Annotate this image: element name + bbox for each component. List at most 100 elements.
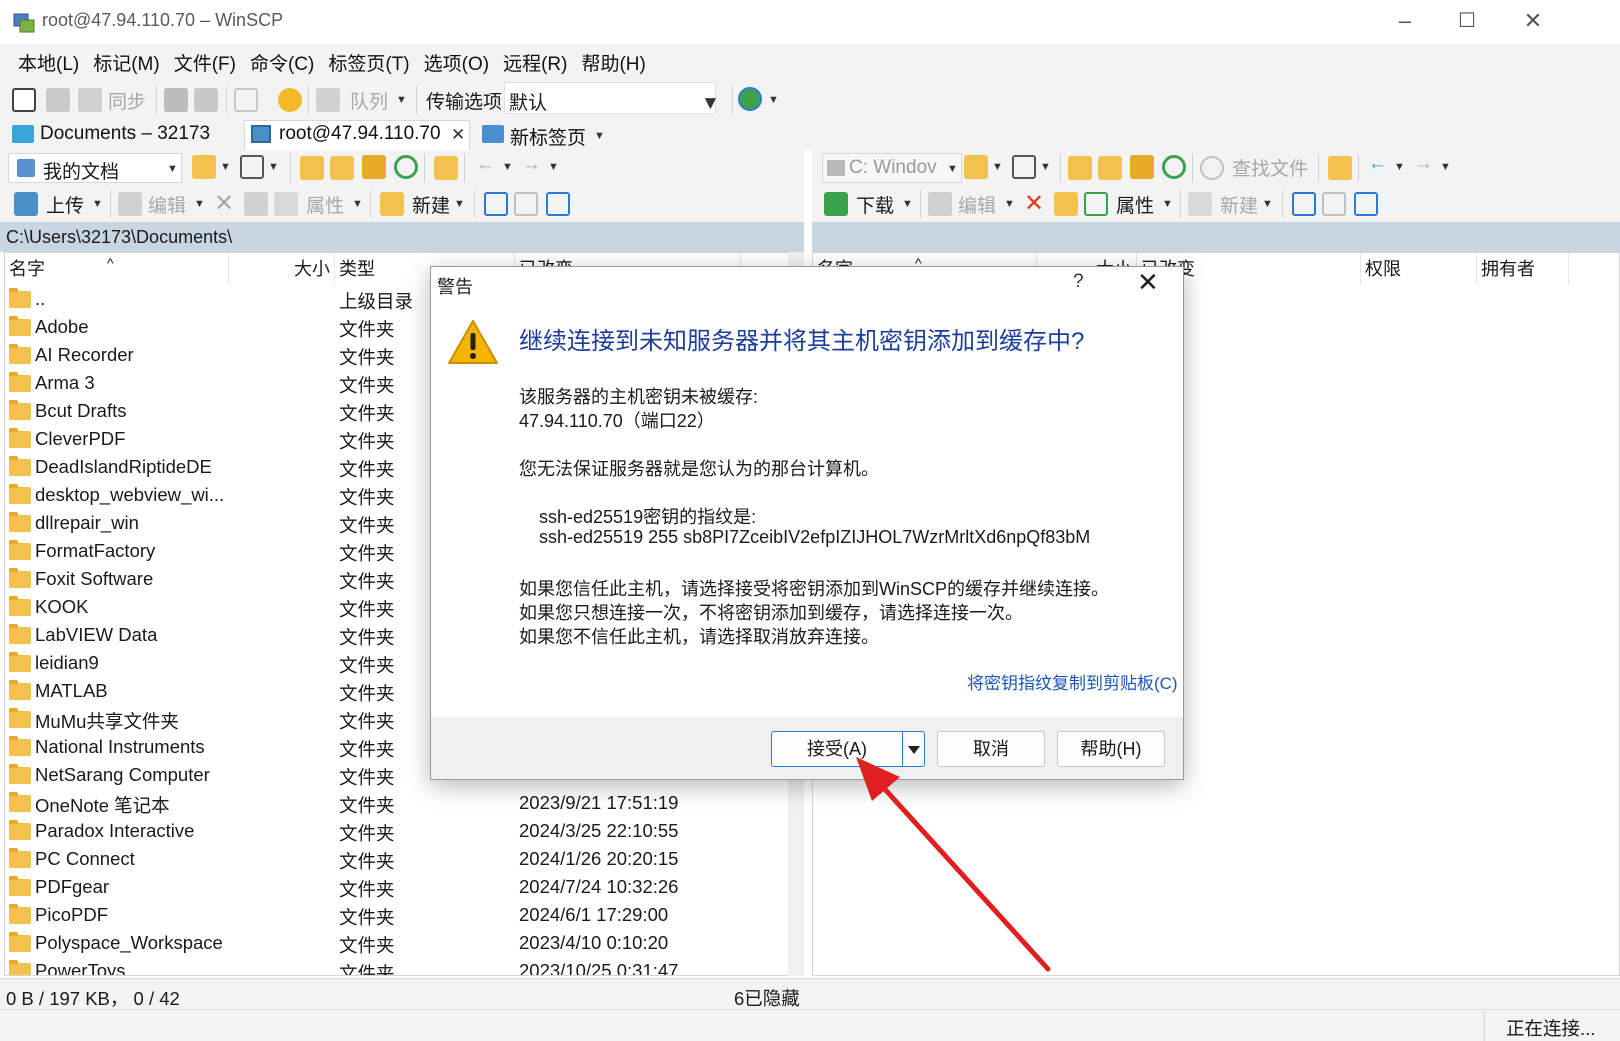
root-directory-icon[interactable] bbox=[1098, 156, 1122, 180]
queue-dropdown-icon[interactable]: ▼ bbox=[396, 94, 407, 106]
open-folder-icon[interactable] bbox=[964, 155, 988, 179]
find-files-label[interactable]: 查找文件 bbox=[1232, 154, 1308, 181]
chevron-down-icon[interactable]: ▼ bbox=[902, 198, 913, 210]
tree-icon[interactable] bbox=[434, 156, 458, 180]
maximize-button[interactable]: ☐ bbox=[1442, 6, 1492, 38]
filter-icon[interactable] bbox=[1012, 155, 1036, 179]
menu-file[interactable]: 文件(F) bbox=[174, 49, 236, 76]
menu-remote[interactable]: 远程(R) bbox=[503, 49, 567, 76]
chevron-down-icon[interactable]: ▼ bbox=[594, 130, 605, 142]
preferences-gear-icon[interactable] bbox=[278, 88, 302, 112]
edit-label[interactable]: 编辑 bbox=[958, 191, 996, 218]
delete-icon[interactable]: ✕ bbox=[1024, 189, 1044, 218]
home-icon[interactable] bbox=[1130, 155, 1154, 179]
rename-icon[interactable] bbox=[1054, 192, 1078, 216]
copy-fingerprint-link[interactable]: 将密钥指纹复制到剪贴板(C) bbox=[967, 669, 1178, 694]
queue-label[interactable]: 队列 bbox=[350, 87, 388, 114]
chevron-down-icon[interactable]: ▼ bbox=[1162, 198, 1173, 210]
filter-select-icon[interactable] bbox=[1354, 192, 1378, 216]
synchronize-browsing-icon[interactable] bbox=[46, 88, 70, 112]
tab-new[interactable]: 新标签页 ▼ bbox=[476, 120, 616, 150]
new-folder-icon[interactable] bbox=[1188, 192, 1212, 216]
root-directory-icon[interactable] bbox=[330, 156, 354, 180]
download-label[interactable]: 下载 bbox=[856, 191, 894, 218]
local-path-bar[interactable]: C:\Users\32173\Documents\ bbox=[0, 222, 804, 252]
back-arrow-icon[interactable]: ← bbox=[1368, 153, 1387, 175]
back-arrow-icon[interactable]: ← bbox=[476, 154, 495, 176]
session-dropdown-icon[interactable]: ▼ bbox=[768, 94, 779, 106]
column-owner[interactable]: 拥有者 bbox=[1477, 253, 1569, 285]
transfer-preset-select[interactable]: 默认 ▼ bbox=[504, 82, 720, 114]
parent-directory-icon[interactable] bbox=[300, 156, 324, 180]
properties-icon[interactable] bbox=[1084, 192, 1108, 216]
remote-location-combo[interactable]: C: Windov ▼ bbox=[822, 153, 962, 183]
parent-directory-icon[interactable] bbox=[1068, 156, 1092, 180]
edit-icon[interactable] bbox=[118, 192, 142, 216]
find-files-icon[interactable] bbox=[1200, 156, 1224, 180]
edit-icon[interactable] bbox=[928, 192, 952, 216]
queue-icon[interactable] bbox=[316, 88, 340, 112]
tree-icon[interactable] bbox=[1328, 156, 1352, 180]
sync-icon[interactable] bbox=[78, 88, 102, 112]
home-icon[interactable] bbox=[362, 155, 386, 179]
menu-options[interactable]: 选项(O) bbox=[424, 49, 489, 76]
chevron-down-icon[interactable]: ▼ bbox=[194, 198, 205, 210]
properties-label[interactable]: 属性 bbox=[306, 191, 344, 218]
tab-documents[interactable]: Documents – 32173 bbox=[6, 120, 242, 150]
local-location-combo[interactable]: 我的文档 ▼ bbox=[8, 153, 182, 183]
chevron-down-icon[interactable]: ▼ bbox=[454, 198, 465, 210]
hidden-files-status[interactable]: 6已隐藏 bbox=[734, 985, 800, 1011]
table-row[interactable]: Paradox Interactive 文件夹 2024/3/25 22:10:55 bbox=[5, 817, 785, 845]
sync-label[interactable]: 同步 bbox=[108, 87, 146, 114]
tab-remote-session[interactable]: root@47.94.110.70 ✕ bbox=[244, 120, 470, 150]
new-session-globe-icon[interactable] bbox=[738, 87, 762, 111]
chevron-down-icon[interactable]: ▼ bbox=[1262, 198, 1273, 210]
menu-local[interactable]: 本地(L) bbox=[18, 49, 79, 76]
open-folder-icon[interactable] bbox=[192, 155, 216, 179]
chevron-down-icon[interactable]: ▼ bbox=[268, 161, 279, 173]
close-tab-icon[interactable]: ✕ bbox=[451, 125, 465, 145]
edit-label[interactable]: 编辑 bbox=[148, 191, 186, 218]
properties-label[interactable]: 属性 bbox=[1116, 191, 1154, 218]
minimize-button[interactable]: – bbox=[1380, 6, 1430, 38]
dialog-close-icon[interactable]: ✕ bbox=[1137, 267, 1159, 298]
chevron-down-icon[interactable]: ▼ bbox=[1004, 198, 1015, 210]
new-label[interactable]: 新建 bbox=[1220, 191, 1258, 218]
table-row[interactable]: Polyspace_Workspace 文件夹 2023/4/10 0:10:20 bbox=[5, 929, 785, 957]
close-window-button[interactable]: ✕ bbox=[1508, 6, 1558, 38]
chevron-down-icon[interactable]: ▼ bbox=[1040, 161, 1051, 173]
menu-mark[interactable]: 标记(M) bbox=[93, 49, 159, 76]
delete-icon[interactable]: ✕ bbox=[214, 189, 234, 218]
chevron-down-icon[interactable]: ▼ bbox=[548, 161, 559, 173]
upload-label[interactable]: 上传 bbox=[46, 191, 84, 218]
compare-directories-icon[interactable] bbox=[12, 88, 36, 112]
refresh-icon[interactable] bbox=[394, 155, 418, 179]
filter-select-icon[interactable] bbox=[546, 192, 570, 216]
refresh-icon[interactable] bbox=[1162, 155, 1186, 179]
chevron-down-icon[interactable]: ▼ bbox=[92, 198, 103, 210]
console-icon[interactable] bbox=[164, 88, 188, 112]
forward-arrow-icon[interactable]: → bbox=[522, 154, 541, 176]
dialog-help-icon[interactable]: ? bbox=[1073, 271, 1084, 293]
table-row[interactable]: PDFgear 文件夹 2024/7/24 10:32:26 bbox=[5, 873, 785, 901]
forward-arrow-icon[interactable]: → bbox=[1414, 153, 1433, 175]
select-plus-icon[interactable] bbox=[1292, 192, 1316, 216]
refresh-queue-icon[interactable] bbox=[234, 88, 258, 112]
new-label[interactable]: 新建 bbox=[412, 191, 450, 218]
filter-icon[interactable] bbox=[240, 155, 264, 179]
column-permissions[interactable]: 权限 bbox=[1361, 253, 1477, 285]
chevron-down-icon[interactable]: ▼ bbox=[220, 161, 231, 173]
upload-icon[interactable] bbox=[14, 192, 38, 216]
column-size[interactable]: 大小 bbox=[229, 253, 335, 285]
column-name[interactable]: 名字^ bbox=[5, 253, 229, 285]
remote-path-bar[interactable] bbox=[812, 222, 1620, 252]
chevron-down-icon[interactable]: ▼ bbox=[992, 161, 1003, 173]
select-plus-icon[interactable] bbox=[484, 192, 508, 216]
menu-tabs[interactable]: 标签页(T) bbox=[328, 49, 409, 76]
help-button[interactable]: 帮助(H) bbox=[1057, 731, 1165, 767]
chevron-down-icon[interactable]: ▼ bbox=[502, 161, 513, 173]
chevron-down-icon[interactable]: ▼ bbox=[1394, 161, 1405, 173]
chevron-down-icon[interactable]: ▼ bbox=[1440, 161, 1451, 173]
table-row[interactable]: PC Connect 文件夹 2024/1/26 20:20:15 bbox=[5, 845, 785, 873]
table-row[interactable]: PowerToys 文件夹 2023/10/25 0:31:47 bbox=[5, 957, 785, 975]
